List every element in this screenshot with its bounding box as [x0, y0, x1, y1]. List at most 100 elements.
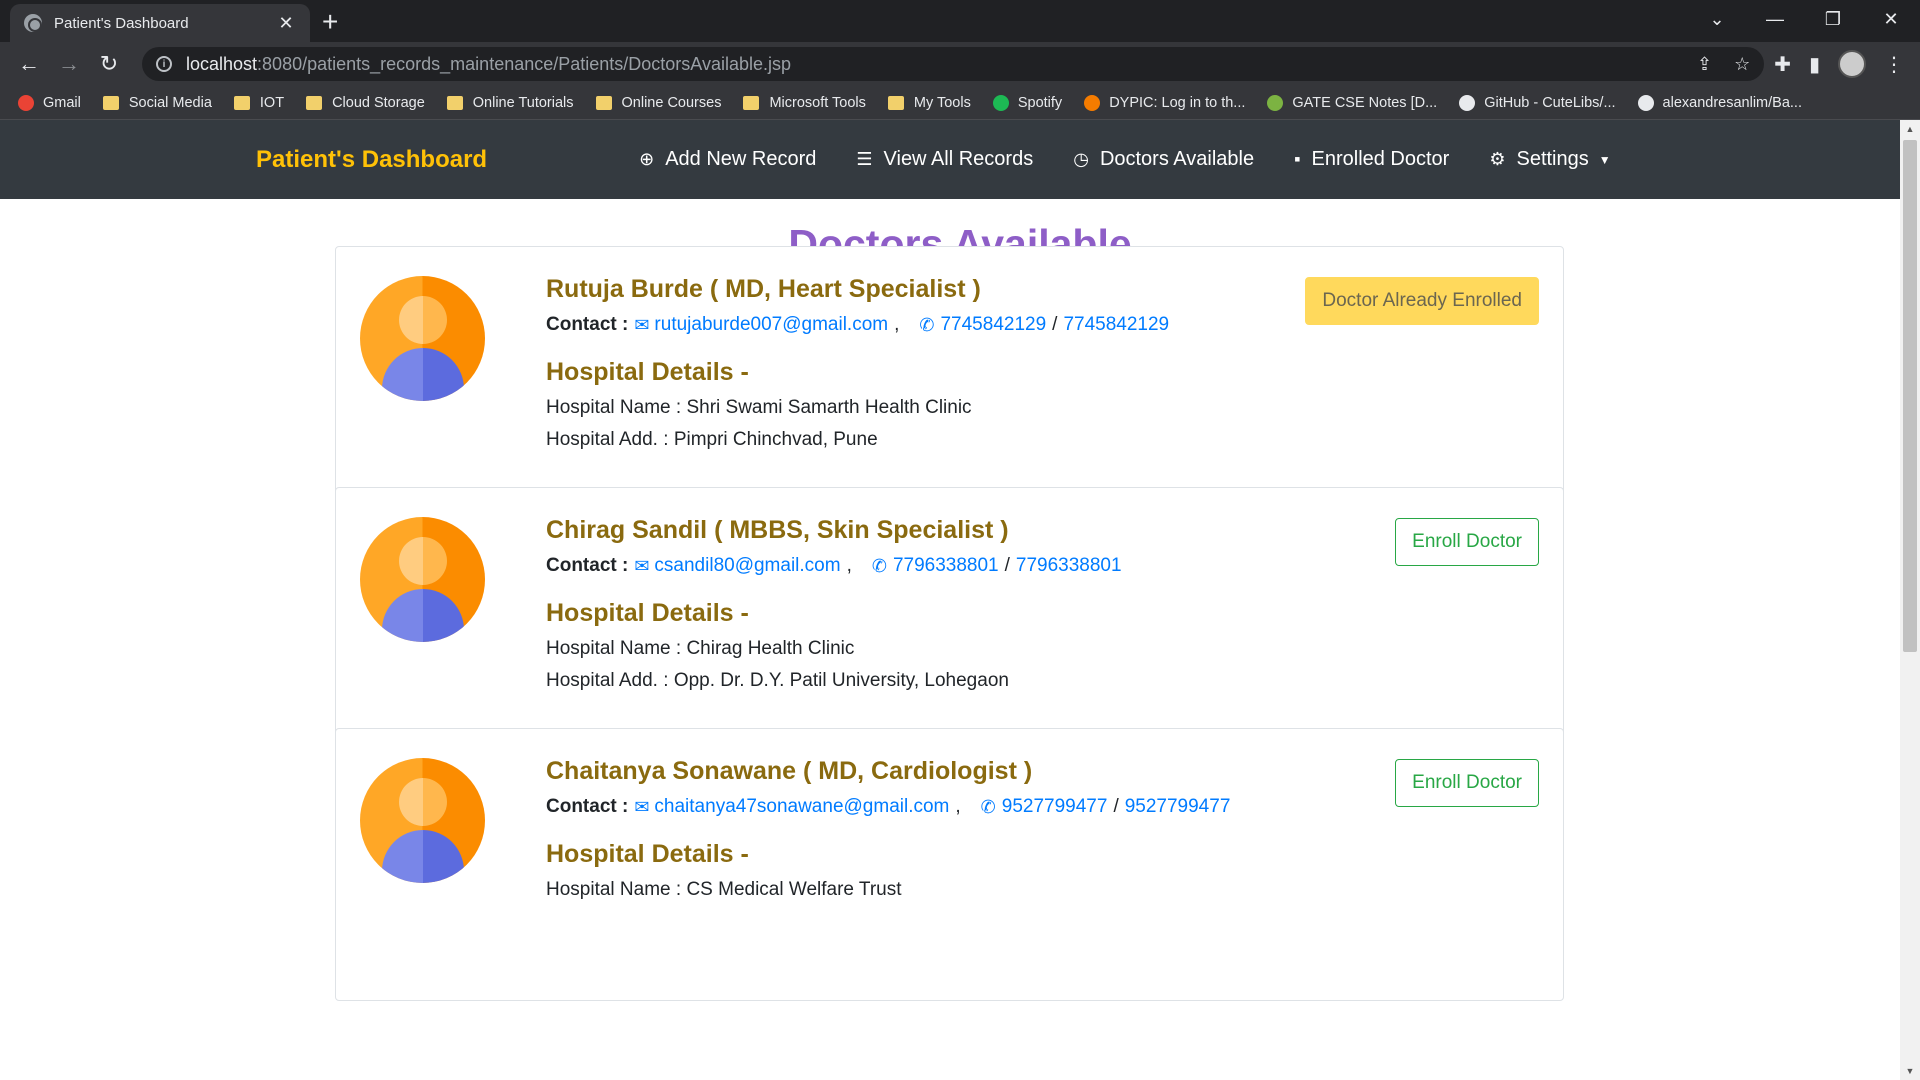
envelope-icon: ✉: [634, 314, 650, 335]
doctor-phone-link-alt[interactable]: 7796338801: [1016, 555, 1122, 577]
phone-icon: ✆: [871, 555, 887, 576]
nav-view-all-records[interactable]: ☰ View All Records: [856, 148, 1033, 171]
bookmark-label: Microsoft Tools: [769, 94, 866, 111]
bookmark-item[interactable]: Online Tutorials: [446, 94, 574, 111]
bookmark-item[interactable]: Online Courses: [595, 95, 721, 111]
brand-title[interactable]: Patient's Dashboard: [256, 146, 487, 174]
bookmark-label: Cloud Storage: [332, 94, 425, 111]
hospital-name: Hospital Name : Chirag Health Clinic: [546, 638, 855, 659]
extensions-icon[interactable]: ✚: [1774, 52, 1791, 77]
bookmark-label: DYPIC: Log in to th...: [1109, 94, 1246, 111]
bookmark-label: Gmail: [43, 94, 81, 111]
doctor-email-link[interactable]: chaitanya47sonawane@gmail.com: [654, 796, 949, 818]
doctor-avatar: [360, 758, 485, 883]
bookmark-item[interactable]: Spotify: [992, 94, 1062, 111]
window-controls: ⌄ — ❐ ✕: [1688, 0, 1920, 42]
gear-icon: ⚙: [1489, 149, 1506, 169]
bookmark-item[interactable]: Gmail: [18, 94, 81, 111]
doctor-name: Chaitanya Sonawane ( MD, Cardiologist ): [546, 757, 1033, 785]
scrollbar-thumb[interactable]: [1903, 140, 1917, 652]
tab-close-icon[interactable]: ✕: [276, 13, 296, 34]
gate-icon: [1267, 94, 1284, 111]
doctor-phone-link[interactable]: 7745842129: [940, 314, 1046, 336]
close-window-button[interactable]: ✕: [1862, 0, 1920, 38]
doctor-phone-link-alt[interactable]: 7745842129: [1063, 314, 1169, 336]
profile-avatar[interactable]: [1838, 50, 1866, 78]
doctor-contact: Contact : ✉ chaitanya47sonawane@gmail.co…: [546, 796, 1231, 818]
site-info-icon[interactable]: i: [156, 56, 172, 72]
bookmark-item[interactable]: DYPIC: Log in to th...: [1084, 94, 1246, 111]
doctor-phone-link-alt[interactable]: 9527799477: [1125, 796, 1231, 818]
folder-icon: [102, 95, 119, 110]
contact-label: Contact :: [546, 314, 629, 335]
phone-icon: ✆: [919, 314, 935, 335]
doctor-avatar: [360, 276, 485, 401]
nav-add-new-record[interactable]: ⊕ Add New Record: [639, 148, 816, 171]
bookmark-item[interactable]: Social Media: [102, 94, 212, 111]
bookmark-item[interactable]: GATE CSE Notes [D...: [1267, 94, 1438, 111]
enroll-doctor-button[interactable]: Enroll Doctor: [1395, 518, 1539, 566]
bookmarks-bar: Gmail Social Media IOT Cloud Storage Online …: [0, 86, 1920, 120]
globe-icon: [24, 14, 42, 32]
back-button[interactable]: ←: [10, 45, 48, 83]
doctor-email-link[interactable]: csandil80@gmail.com: [654, 555, 840, 577]
nav-enrolled-doctor[interactable]: ▪ Enrolled Doctor: [1294, 148, 1449, 171]
side-panel-icon[interactable]: ▮: [1809, 52, 1820, 77]
browser-chrome: Patient's Dashboard ✕ + ⌄ — ❐ ✕ ← → ↻ i …: [0, 0, 1920, 120]
contact-label: Contact :: [546, 796, 629, 817]
browser-tab[interactable]: Patient's Dashboard ✕: [10, 4, 310, 42]
page-scrollbar[interactable]: ▲ ▼: [1900, 120, 1920, 1080]
bookmark-label: Online Tutorials: [472, 94, 574, 111]
scroll-down-icon[interactable]: ▼: [1900, 1066, 1920, 1076]
top-navbar: Patient's Dashboard ⊕ Add New Record ☰ Vie…: [0, 120, 1920, 199]
doctor-card: Chaitanya Sonawane ( MD, Cardiologist ) …: [335, 728, 1564, 1001]
hospital-details-heading: Hospital Details -: [546, 840, 749, 868]
tab-search-icon[interactable]: ⌄: [1688, 0, 1746, 38]
doctor-avatar: [360, 517, 485, 642]
new-tab-button[interactable]: +: [322, 6, 338, 38]
doctor-email-link[interactable]: rutujaburde007@gmail.com: [654, 314, 888, 336]
doctor-enrolled-button[interactable]: Doctor Already Enrolled: [1305, 277, 1539, 325]
contact-label: Contact :: [546, 555, 629, 576]
hospital-name: Hospital Name : CS Medical Welfare Trust: [546, 879, 902, 900]
folder-icon: [446, 95, 463, 110]
envelope-icon: ✉: [634, 796, 650, 817]
doctor-card: Chirag Sandil ( MBBS, Skin Specialist ) …: [335, 487, 1564, 760]
bookmark-label: Social Media: [128, 94, 212, 111]
doctor-phone-link[interactable]: 7796338801: [893, 555, 999, 577]
bookmark-item[interactable]: IOT: [233, 95, 284, 111]
nav-settings-dropdown[interactable]: ⚙ Settings ▼: [1489, 148, 1610, 171]
doctor-contact: Contact : ✉ rutujaburde007@gmail.com , ✆…: [546, 314, 1170, 336]
menu-icon[interactable]: ⋮: [1884, 52, 1904, 77]
bookmark-item[interactable]: Cloud Storage: [306, 95, 425, 111]
dypic-icon: [1084, 94, 1101, 111]
forward-button[interactable]: →: [50, 45, 88, 83]
nav-doctors-available[interactable]: ◷ Doctors Available: [1073, 148, 1254, 171]
hospital-details-heading: Hospital Details -: [546, 599, 749, 627]
bookmark-label: GATE CSE Notes [D...: [1292, 94, 1438, 111]
bookmark-label: alexandresanlim/Ba...: [1662, 94, 1802, 111]
phone-icon: ✆: [980, 796, 996, 817]
scroll-up-icon[interactable]: ▲: [1900, 124, 1920, 134]
bookmark-star-icon[interactable]: ☆: [1734, 54, 1750, 75]
doctor-name: Rutuja Burde ( MD, Heart Specialist ): [546, 275, 981, 303]
bookmark-item[interactable]: Microsoft Tools: [743, 94, 866, 111]
doctor-phone-link[interactable]: 9527799477: [1002, 796, 1108, 818]
minimize-button[interactable]: —: [1746, 0, 1804, 38]
bookmark-item[interactable]: alexandresanlim/Ba...: [1637, 94, 1802, 111]
share-icon[interactable]: ⇪: [1697, 54, 1712, 75]
doctor-name: Chirag Sandil ( MBBS, Skin Specialist ): [546, 516, 1009, 544]
plus-circle-icon: ⊕: [639, 149, 655, 169]
enroll-doctor-button[interactable]: Enroll Doctor: [1395, 759, 1539, 807]
bookmark-label: GitHub - CuteLibs/...: [1484, 94, 1616, 111]
restore-button[interactable]: ❐: [1804, 0, 1862, 38]
hospital-name: Hospital Name : Shri Swami Samarth Healt…: [546, 397, 972, 418]
bookmark-item[interactable]: GitHub - CuteLibs/...: [1459, 94, 1616, 111]
url-text: localhost:8080/patients_records_maintena…: [186, 53, 792, 74]
bookmark-item[interactable]: My Tools: [887, 95, 971, 111]
address-bar[interactable]: i localhost:8080/patients_records_mainte…: [142, 47, 1765, 81]
hospital-address: Hospital Add. : Opp. Dr. D.Y. Patil Univ…: [546, 670, 1009, 691]
folder-icon: [743, 95, 760, 110]
reload-button[interactable]: ↻: [90, 45, 128, 83]
folder-icon: [595, 95, 612, 110]
